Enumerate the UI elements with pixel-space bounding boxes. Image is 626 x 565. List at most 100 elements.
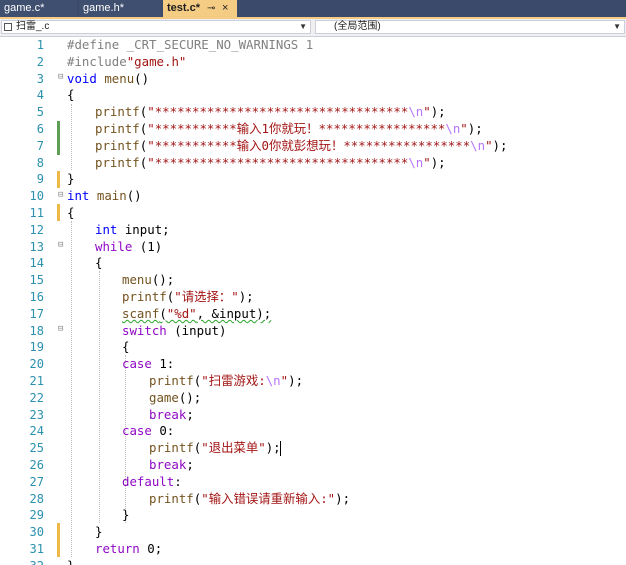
code-line[interactable]: 27 default: [0,474,626,491]
string-literal: "扫雷游戏: [201,373,266,388]
brace: { [122,339,130,355]
code-line[interactable]: 25 printf("退出菜单"); [0,440,626,457]
code-line[interactable]: 16 printf("请选择："); [0,289,626,306]
code-text[interactable]: break; [149,457,194,474]
code-line[interactable]: 18 switch (input) [0,323,626,340]
code-text[interactable]: menu(); [122,272,174,289]
line-number: 21 [29,374,44,388]
code-text[interactable]: case 0: [122,423,174,440]
punctuation: ( [159,305,167,321]
code-text[interactable]: break; [149,407,194,424]
code-text[interactable]: } [122,507,129,524]
code-line[interactable]: 19 { [0,339,626,356]
code-line[interactable]: 5 printf("******************************… [0,104,626,121]
punctuation: ( [132,238,148,254]
code-text[interactable]: } [67,558,74,565]
chevron-down-icon[interactable]: ▼ [299,21,307,33]
code-text[interactable]: return 0; [95,541,162,558]
tab-label: game.c* [4,2,45,14]
code-text[interactable]: switch (input) [122,323,226,340]
code-text[interactable]: printf("********************************… [95,155,446,172]
code-text[interactable]: while (1) [95,239,162,256]
code-line[interactable]: 20 case 1: [0,356,626,373]
code-line[interactable]: 26 break; [0,457,626,474]
code-text[interactable]: printf("扫雷游戏:\n"); [149,373,303,390]
scope-dropdown[interactable]: (全局范围) ▼ [315,20,625,34]
identifier: input; [117,221,170,237]
line-number: 20 [29,357,44,372]
code-text-with-warning[interactable]: scanf("%d", &input); [122,306,271,323]
code-text[interactable]: printf("退出菜单"); [149,440,281,457]
tab-test-c[interactable]: test.c* ⊸ × [163,0,237,17]
code-line[interactable]: 10 int main() [0,188,626,205]
code-line[interactable]: 22 game(); [0,390,626,407]
code-line[interactable]: 29 } [0,507,626,524]
code-line[interactable]: 28 printf("输入错误请重新输入:"); [0,491,626,508]
code-text[interactable]: printf("输入错误请重新输入:"); [149,491,350,508]
code-editor[interactable]: ⊟ ⊟ ⊟ ⊟ 1 #define _CRT_SECURE_NO_WARNING… [0,37,626,565]
code-line[interactable]: 15 menu(); [0,272,626,289]
code-line[interactable]: 13 while (1) [0,239,626,256]
code-text[interactable]: { [67,205,74,222]
brace: } [95,524,103,540]
code-line[interactable]: 11 { [0,205,626,222]
code-text[interactable]: default: [122,474,182,491]
code-line[interactable]: 31 return 0; [0,541,626,558]
function-name: main [96,188,127,204]
string-literal: " [280,373,289,388]
code-text[interactable]: printf("***********输入0你就彭想玩！************… [95,138,507,155]
function-name: scanf [122,305,160,321]
code-text[interactable]: printf("***********输入1你就玩！**************… [95,121,483,138]
code-line[interactable]: 12 int input; [0,222,626,239]
project-dropdown[interactable]: 扫雷_.c ▼ [1,20,311,34]
chevron-down-icon[interactable]: ▼ [613,21,621,33]
code-line[interactable]: 4 { [0,87,626,104]
string-literal: "%d" [166,305,197,321]
pin-icon[interactable]: ⊸ [207,0,215,17]
code-line[interactable]: 9 } [0,171,626,188]
line-number: 8 [36,155,44,170]
tab-game-c[interactable]: game.c* [0,0,77,17]
code-line[interactable]: 24 case 0: [0,423,626,440]
code-line[interactable]: 23 break; [0,407,626,424]
code-text[interactable]: { [122,339,129,356]
code-line[interactable]: 17 scanf("%d", &input); [0,306,626,323]
code-line[interactable]: 2 #include"game.h" [0,54,626,71]
function-name: printf [149,373,194,388]
code-text[interactable]: int main() [67,188,142,205]
code-text[interactable]: game(); [149,390,201,407]
code-line[interactable]: 7 printf("***********输入0你就彭想玩！**********… [0,138,626,155]
escape-sequence: \n [470,137,486,153]
code-line[interactable]: 8 printf("******************************… [0,155,626,172]
code-text[interactable]: int input; [95,222,170,239]
line-number: 4 [36,88,44,103]
code-text[interactable]: #include"game.h" [67,54,186,71]
code-line[interactable]: 30 } [0,524,626,541]
code-text[interactable]: #define _CRT_SECURE_NO_WARNINGS 1 [67,37,313,54]
code-text[interactable]: printf("********************************… [95,104,446,121]
control-keyword: switch [122,322,167,338]
code-text[interactable]: } [67,171,74,188]
punctuation: (); [151,272,175,288]
code-text[interactable]: printf("请选择："); [122,289,254,306]
code-line[interactable]: 32 } [0,558,626,565]
line-number: 17 [29,306,44,321]
code-line[interactable]: 3 void menu() [0,71,626,88]
keyword: int [95,221,118,237]
line-number: 3 [36,71,44,86]
code-text[interactable]: { [67,87,74,104]
code-text[interactable]: } [95,524,102,541]
code-line[interactable]: 14 { [0,255,626,272]
code-line[interactable]: 21 printf("扫雷游戏:\n"); [0,373,626,390]
code-line[interactable]: 6 printf("***********输入1你就玩！************… [0,121,626,138]
code-text[interactable]: { [95,255,102,272]
line-number: 14 [29,256,44,271]
close-icon[interactable]: × [222,0,228,17]
function-name: printf [95,121,140,136]
tab-game-h[interactable]: game.h* [79,0,161,17]
code-text[interactable]: void menu() [67,71,149,88]
code-line[interactable]: 1 #define _CRT_SECURE_NO_WARNINGS 1 [0,37,626,54]
code-text[interactable]: case 1: [122,356,174,373]
line-number: 16 [29,290,44,304]
